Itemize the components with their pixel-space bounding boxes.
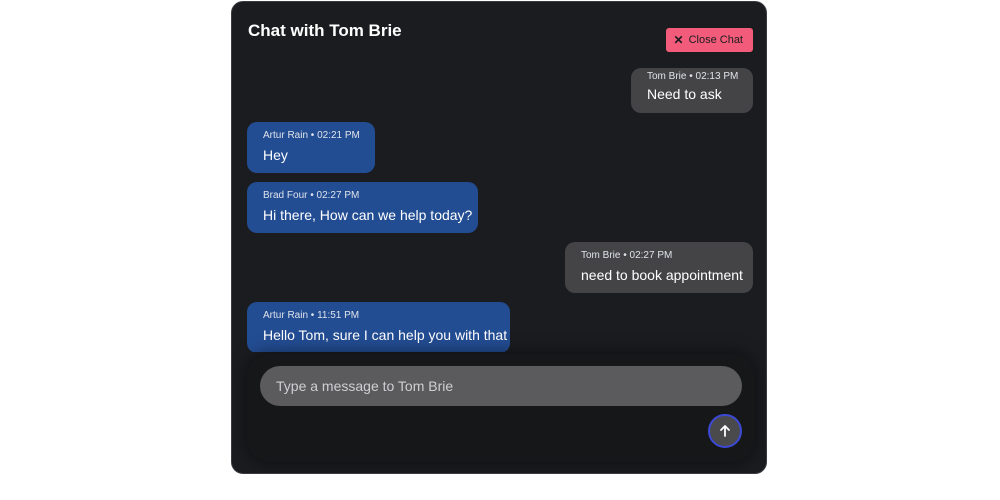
message-text: Hi there, How can we help today? bbox=[263, 207, 473, 223]
message-input[interactable] bbox=[260, 366, 742, 406]
message-list[interactable]: Tom Brie • 02:13 PM Need to ask Artur Ra… bbox=[232, 68, 766, 352]
send-button[interactable] bbox=[708, 414, 742, 448]
close-icon: ✕ bbox=[673, 33, 684, 47]
message-meta: Artur Rain • 11:51 PM bbox=[263, 310, 360, 321]
message-bubble: Tom Brie • 02:13 PM Need to ask bbox=[631, 68, 753, 113]
close-chat-button[interactable]: ✕ Close Chat bbox=[665, 28, 753, 52]
message-meta: Tom Brie • 02:27 PM bbox=[581, 250, 673, 261]
message-text: Hello Tom, sure I can help you with that bbox=[263, 327, 508, 343]
message-text: need to book appointment bbox=[581, 267, 743, 283]
message-bubble: Brad Four • 02:27 PM Hi there, How can w… bbox=[247, 182, 478, 233]
message-meta: Brad Four • 02:27 PM bbox=[263, 190, 360, 201]
message-bubble: Artur Rain • 02:21 PM Hey bbox=[247, 122, 375, 173]
message-meta: Tom Brie • 02:13 PM bbox=[647, 71, 739, 82]
chat-window: Chat with Tom Brie ✕ Close Chat Tom Brie… bbox=[231, 1, 767, 474]
message-meta: Artur Rain • 02:21 PM bbox=[263, 130, 360, 141]
message-text: Need to ask bbox=[647, 86, 722, 102]
message-composer bbox=[247, 354, 755, 462]
message-text: Hey bbox=[263, 147, 288, 163]
message-bubble: Artur Rain • 11:51 PM Hello Tom, sure I … bbox=[247, 302, 510, 352]
chat-title: Chat with Tom Brie bbox=[248, 21, 402, 40]
arrow-up-icon bbox=[720, 425, 730, 437]
close-chat-label: Close Chat bbox=[688, 34, 743, 46]
message-bubble: Tom Brie • 02:27 PM need to book appoint… bbox=[565, 242, 753, 293]
